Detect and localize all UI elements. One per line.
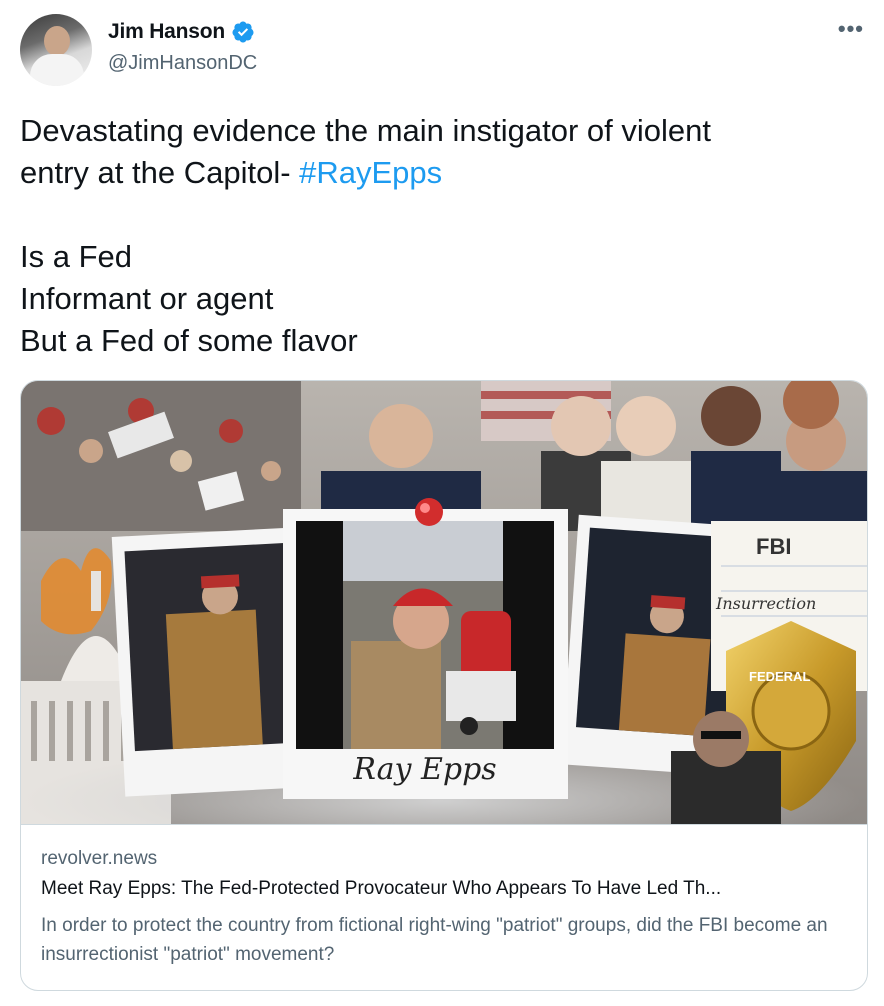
avatar[interactable] bbox=[20, 14, 92, 86]
author-handle[interactable]: @JimHansonDC bbox=[108, 52, 257, 75]
photo-left bbox=[111, 527, 311, 797]
tweet-text: Devastating evidence the main instigator… bbox=[20, 110, 860, 362]
more-options-icon[interactable]: ••• bbox=[838, 16, 864, 42]
author-name-row[interactable]: Jim Hanson bbox=[108, 20, 255, 44]
card-image[interactable]: FBI Insurrection FEDERAL Ray Epps bbox=[21, 381, 867, 824]
badge-label: FEDERAL bbox=[749, 669, 810, 684]
fbi-notebook-label: FBI bbox=[756, 534, 791, 559]
card-description: In order to protect the country from fic… bbox=[41, 915, 828, 965]
hashtag-link[interactable]: #RayEpps bbox=[299, 155, 442, 190]
card-divider bbox=[21, 824, 867, 825]
link-preview-card[interactable]: FBI Insurrection FEDERAL Ray Epps revolv… bbox=[20, 380, 868, 991]
photo-caption: Ray Epps bbox=[352, 752, 496, 787]
avatar-body bbox=[30, 54, 84, 86]
pushpin-icon bbox=[415, 498, 443, 526]
author-name[interactable]: Jim Hanson bbox=[108, 20, 225, 44]
crowd-collage bbox=[21, 381, 301, 531]
insurrection-label: Insurrection bbox=[715, 594, 816, 613]
tweet-text-part2: Is a Fed Informant or agent But a Fed of… bbox=[20, 239, 358, 358]
card-title[interactable]: Meet Ray Epps: The Fed-Protected Provoca… bbox=[41, 878, 851, 900]
photo-center: Ray Epps bbox=[283, 509, 568, 799]
avatar-head bbox=[44, 26, 70, 56]
card-domain[interactable]: revolver.news bbox=[41, 848, 157, 870]
verified-badge-icon bbox=[232, 21, 254, 43]
